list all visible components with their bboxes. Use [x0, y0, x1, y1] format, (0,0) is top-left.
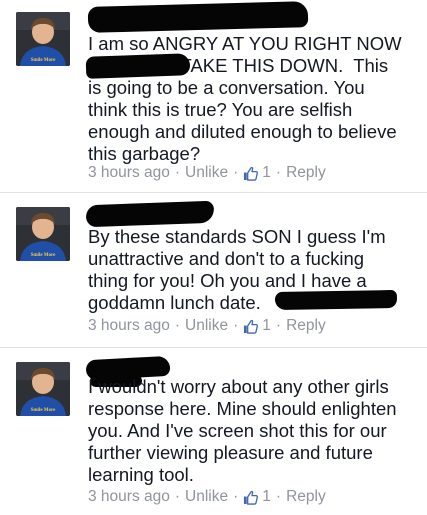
thumbs-up-icon[interactable]: [243, 319, 259, 334]
svg-text:Smile More: Smile More: [31, 408, 57, 413]
comment-meta: 3 hours ago · Unlike · 1 · Reply: [88, 488, 326, 506]
avatar[interactable]: Smile More: [16, 12, 70, 66]
comment-item: Smile More By these standards SON I gues…: [0, 193, 427, 348]
comment-text: I am so ANGRY AT YOU RIGHT NOW TAKE THIS…: [88, 33, 402, 164]
unlike-link[interactable]: Unlike: [185, 317, 228, 335]
comment-text: I wouldn't worry about any other girls r…: [88, 376, 397, 485]
avatar[interactable]: Smile More: [16, 362, 70, 416]
thumbs-up-icon[interactable]: [243, 490, 259, 505]
unlike-link[interactable]: Unlike: [185, 164, 228, 182]
like-count[interactable]: 1: [262, 164, 271, 182]
comment-meta: 3 hours ago · Unlike · 1 · Reply: [88, 164, 326, 182]
timestamp[interactable]: 3 hours ago: [88, 317, 170, 335]
redacted-text: [85, 53, 191, 79]
redacted-text: [274, 289, 398, 311]
redacted-author-name: [85, 200, 215, 228]
reply-link[interactable]: Reply: [286, 317, 326, 335]
timestamp[interactable]: 3 hours ago: [88, 164, 170, 182]
thumbs-up-icon[interactable]: [243, 166, 259, 181]
svg-text:Smile More: Smile More: [31, 253, 57, 258]
like-count[interactable]: 1: [262, 488, 271, 506]
comment-item: Smile More I wouldn't worry about any ot…: [0, 348, 427, 515]
comment-item: Smile More I am so ANGRY AT YOU RIGHT NO…: [0, 0, 427, 193]
timestamp[interactable]: 3 hours ago: [88, 488, 170, 506]
redacted-author-name: [87, 1, 309, 33]
comment-meta: 3 hours ago · Unlike · 1 · Reply: [88, 317, 326, 335]
avatar[interactable]: Smile More: [16, 207, 70, 261]
reply-link[interactable]: Reply: [286, 164, 326, 182]
svg-text:Smile More: Smile More: [31, 58, 57, 63]
reply-link[interactable]: Reply: [286, 488, 326, 506]
unlike-link[interactable]: Unlike: [185, 488, 228, 506]
like-count[interactable]: 1: [262, 317, 271, 335]
